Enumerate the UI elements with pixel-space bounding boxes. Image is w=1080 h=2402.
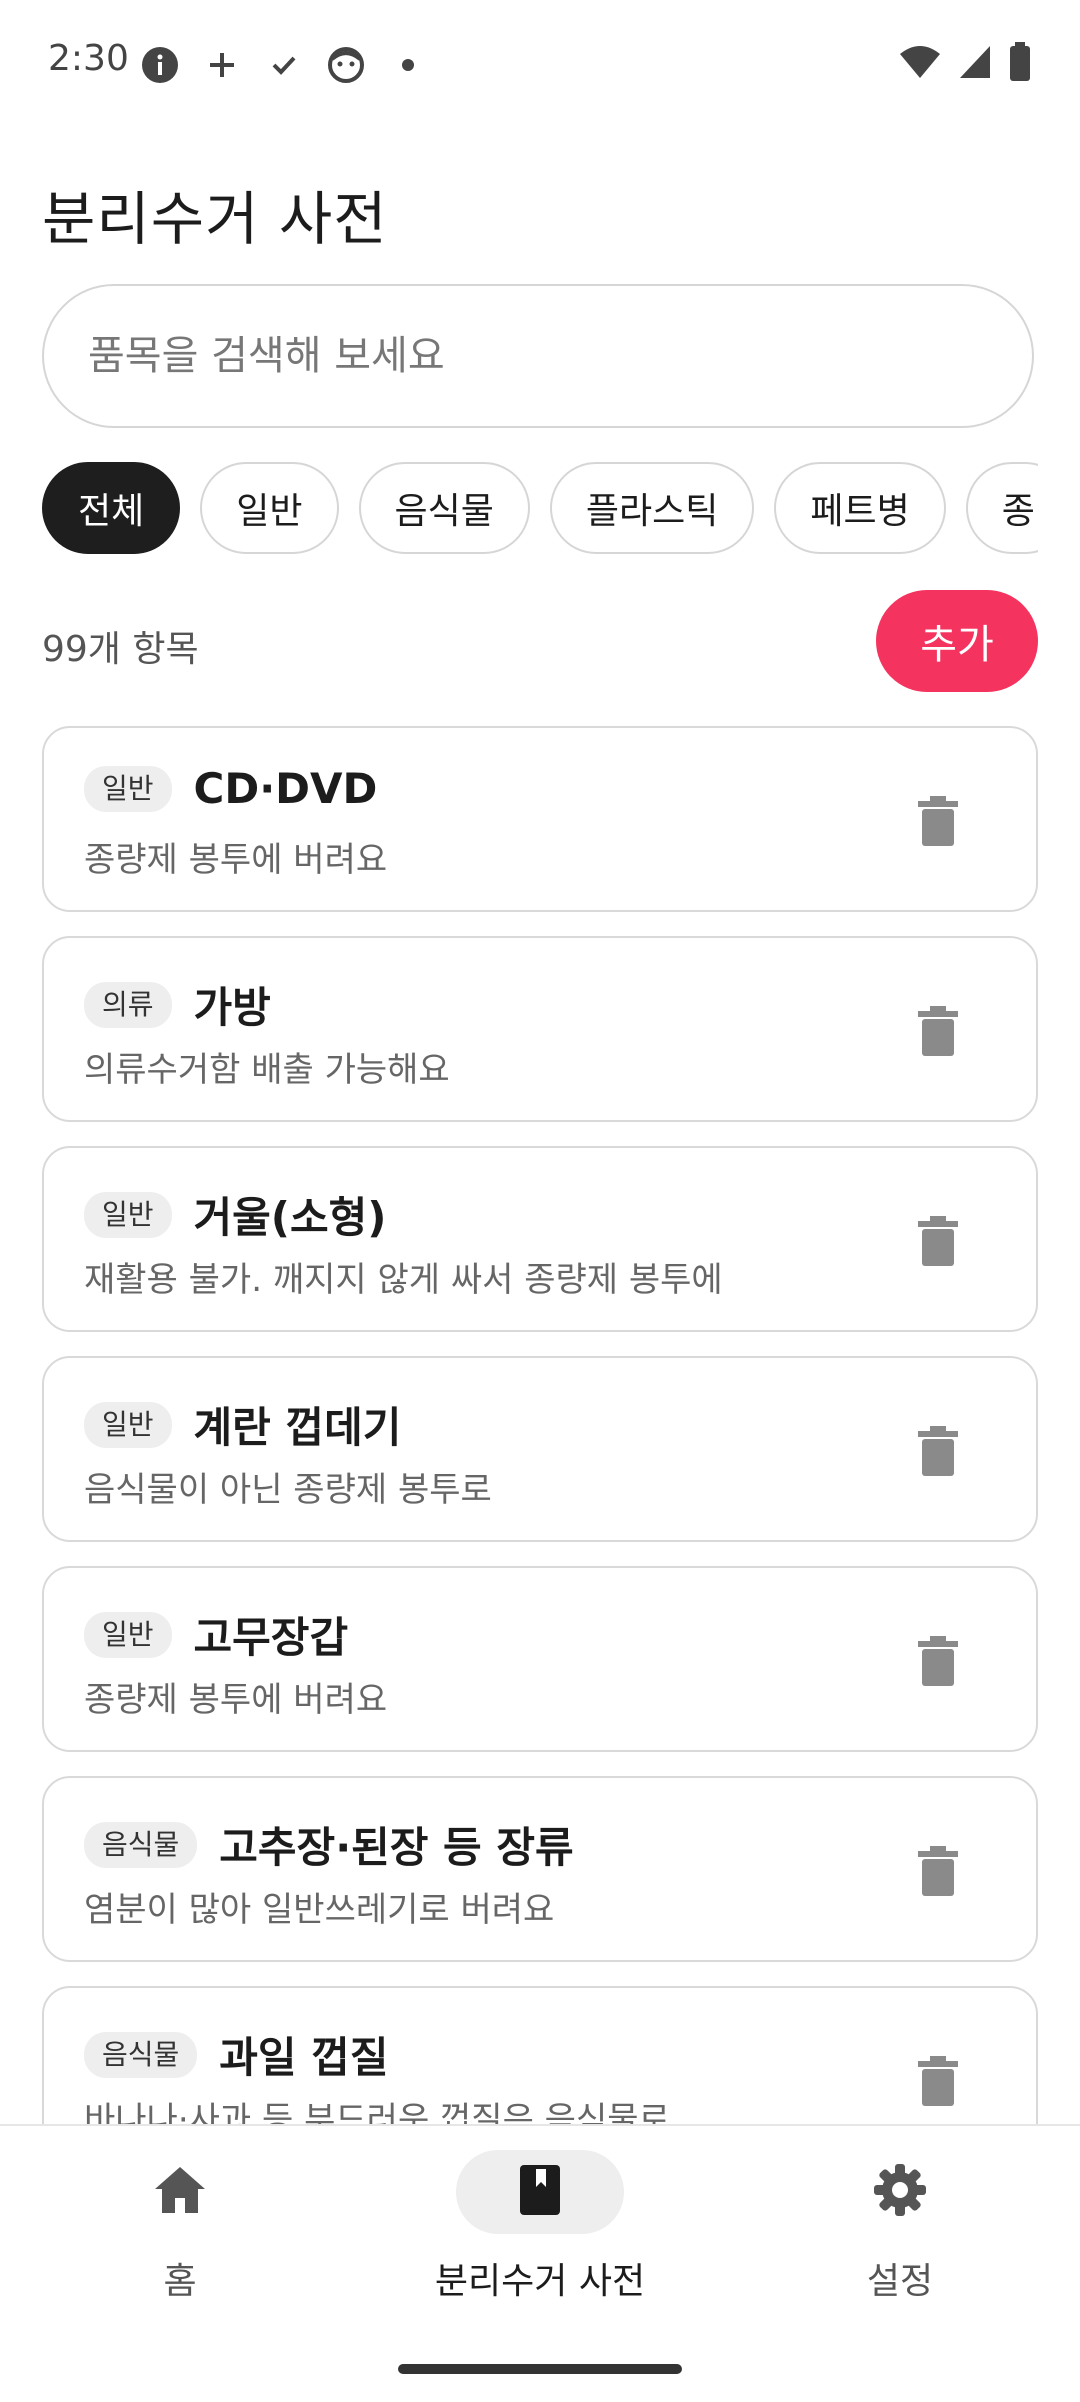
nav-home[interactable]: 홈 [0, 2150, 360, 2350]
list-item[interactable]: 일반 거울(소형) 재활용 불가. 깨지지 않게 싸서 종량제 봉투에 [42, 1146, 1038, 1332]
trash-icon[interactable] [918, 1846, 958, 1896]
nav-settings-label: 설정 [866, 2261, 934, 2302]
plus-icon [202, 45, 242, 85]
category-badge: 일반 [84, 1611, 172, 1658]
nav-settings[interactable]: 설정 [720, 2150, 1080, 2350]
home-icon [153, 2165, 207, 2219]
add-button[interactable]: 추가 [876, 590, 1038, 692]
trash-icon[interactable] [918, 1426, 958, 1476]
category-chips: 전체 일반 음식물 플라스틱 페트병 종 [42, 462, 1038, 558]
item-description: 재활용 불가. 깨지지 않게 싸서 종량제 봉투에 [84, 1260, 723, 1300]
item-name: 거울(소형) [193, 1193, 387, 1242]
search-box[interactable] [42, 284, 1034, 428]
category-badge: 일반 [84, 1401, 172, 1448]
nav-dictionary-label: 분리수거 사전 [434, 2261, 646, 2302]
chip-food[interactable]: 음식물 [358, 462, 530, 554]
category-badge: 음식물 [84, 2031, 198, 2078]
category-badge: 음식물 [84, 1821, 198, 1868]
item-name: CD·DVD [193, 764, 378, 813]
trash-icon[interactable] [918, 1636, 958, 1686]
item-description: 의류수거함 배출 가능해요 [84, 1050, 450, 1090]
trash-icon[interactable] [918, 1006, 958, 1056]
chip-pet-bottle[interactable]: 페트병 [774, 462, 946, 554]
list-item[interactable]: 음식물 과일 껍질 바나나·사과 등 부드러운 껍질은 음식물로 [42, 1986, 1038, 2126]
check-icon [264, 45, 304, 85]
chip-plastic[interactable]: 플라스틱 [549, 462, 755, 554]
status-bar: 2:30 [0, 0, 1080, 130]
page-title: 분리수거 사전 [42, 185, 388, 253]
item-name: 고추장·된장 등 장류 [219, 1823, 574, 1872]
list-item[interactable]: 일반 CD·DVD 종량제 봉투에 버려요 [42, 726, 1038, 912]
item-description: 음식물이 아닌 종량제 봉투로 [84, 1470, 492, 1510]
wifi-icon [898, 44, 942, 84]
nav-recycling-dictionary[interactable]: 분리수거 사전 [360, 2150, 720, 2350]
trash-icon[interactable] [918, 796, 958, 846]
item-description: 염분이 많아 일반쓰레기로 버려요 [84, 1890, 555, 1930]
book-icon [518, 2163, 562, 2221]
search-input[interactable] [86, 332, 1032, 380]
info-icon [140, 45, 180, 85]
item-name: 계란 껍데기 [193, 1403, 402, 1452]
list-item[interactable]: 의류 가방 의류수거함 배출 가능해요 [42, 936, 1038, 1122]
list-item[interactable]: 일반 계란 껍데기 음식물이 아닌 종량제 봉투로 [42, 1356, 1038, 1542]
item-name: 과일 껍질 [219, 2033, 389, 2082]
battery-icon [1008, 42, 1032, 86]
trash-icon[interactable] [918, 2056, 958, 2106]
trash-icon[interactable] [918, 1216, 958, 1266]
chip-general[interactable]: 일반 [200, 462, 339, 554]
item-name: 가방 [193, 983, 271, 1032]
list-item[interactable]: 일반 고무장갑 종량제 봉투에 버려요 [42, 1566, 1038, 1752]
item-count: 99개 항목 [42, 629, 199, 670]
item-description: 바나나·사과 등 부드러운 껍질은 음식물로 [84, 2100, 670, 2126]
gear-icon [873, 2163, 927, 2221]
nav-home-label: 홈 [163, 2261, 197, 2302]
category-badge: 의류 [84, 981, 172, 1028]
list-item[interactable]: 음식물 고추장·된장 등 장류 염분이 많아 일반쓰레기로 버려요 [42, 1776, 1038, 1962]
face-icon [326, 45, 366, 85]
bottom-navigation: 홈 분리수거 사전 설정 [0, 2124, 1080, 2402]
status-time: 2:30 [48, 38, 129, 79]
item-name: 고무장갑 [193, 1613, 349, 1662]
chip-all[interactable]: 전체 [42, 462, 181, 554]
item-description: 종량제 봉투에 버려요 [84, 840, 388, 880]
chip-more[interactable]: 종 [965, 462, 1038, 554]
item-description: 종량제 봉투에 버려요 [84, 1680, 388, 1720]
signal-icon [958, 44, 992, 84]
category-badge: 일반 [84, 765, 172, 812]
home-indicator[interactable] [398, 2364, 682, 2374]
dot-icon [388, 45, 428, 85]
category-badge: 일반 [84, 1191, 172, 1238]
item-list: 일반 CD·DVD 종량제 봉투에 버려요 의류 가방 의류수거함 배출 가능해… [42, 726, 1038, 2126]
